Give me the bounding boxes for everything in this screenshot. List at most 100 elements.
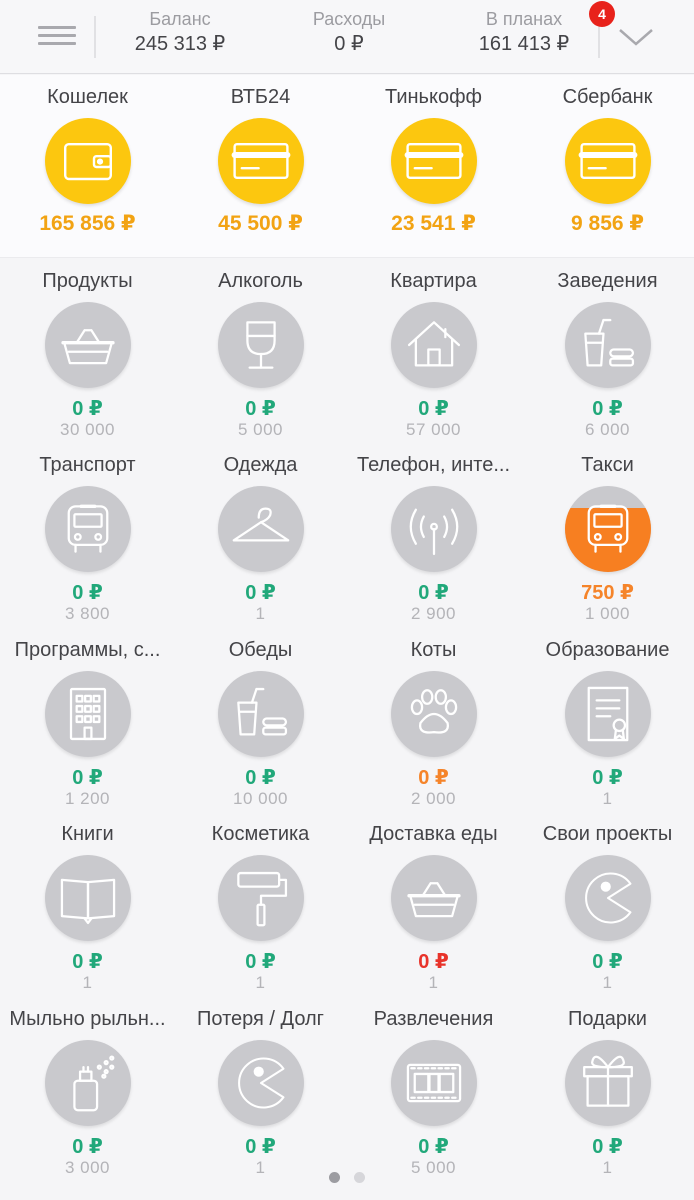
category-tile[interactable]: Доставка еды 0 ₽1: [347, 821, 520, 993]
planned-stat[interactable]: В планах 161 413 ₽: [434, 8, 614, 58]
category-budget: 1: [602, 789, 613, 808]
category-tile[interactable]: Образование 0 ₽1: [521, 637, 694, 809]
hamburger-icon[interactable]: [38, 22, 78, 50]
category-spent: 0 ₽: [418, 767, 449, 789]
category-circle[interactable]: [44, 671, 131, 757]
account-tile[interactable]: Кошелек 165 856 ₽: [1, 84, 174, 242]
pacman-icon: [584, 872, 631, 924]
category-spent: 0 ₽: [592, 398, 623, 420]
category-tile[interactable]: Обеды 0 ₽10 000: [174, 637, 347, 809]
top-bar: Баланс 245 313 ₽ Расходы 0 ₽ В планах 16…: [0, 0, 694, 74]
category-budget: 5 000: [237, 420, 284, 439]
category-circle[interactable]: [390, 302, 477, 388]
category-budget: 1 000: [584, 604, 631, 623]
category-tile[interactable]: Подарки 0 ₽1: [521, 1006, 694, 1178]
account-name: Сбербанк: [562, 86, 653, 108]
category-circle[interactable]: [390, 1040, 477, 1126]
category-circle[interactable]: [217, 1040, 304, 1126]
category-spent: 0 ₽: [72, 1136, 103, 1158]
category-circle[interactable]: [44, 855, 131, 941]
category-budget: 1: [82, 973, 93, 992]
account-tile[interactable]: Тинькофф 23 541 ₽: [347, 84, 520, 242]
category-tile[interactable]: Свои проекты 0 ₽1: [521, 821, 694, 993]
category-circle[interactable]: [564, 486, 651, 572]
category-circle[interactable]: [564, 855, 651, 941]
bus-icon: [67, 504, 108, 553]
category-circle[interactable]: [390, 671, 477, 757]
category-budget: 1: [255, 973, 266, 992]
category-budget: 1 200: [64, 789, 111, 808]
category-name: Мыльно рыльн...: [9, 1008, 166, 1030]
expenses-value: 0 ₽: [334, 33, 364, 55]
category-budget: 3 800: [64, 604, 111, 623]
account-circle[interactable]: [390, 118, 477, 204]
category-tile[interactable]: Косметика 0 ₽1: [174, 821, 347, 993]
category-spent: 0 ₽: [418, 582, 449, 604]
category-spent: 750 ₽: [581, 582, 634, 604]
category-spent: 0 ₽: [72, 398, 103, 420]
page-dot[interactable]: [329, 1172, 340, 1183]
account-name: ВТБ24: [230, 86, 291, 108]
category-budget: 10 000: [233, 789, 288, 808]
category-tile[interactable]: Транспорт 0 ₽3 800: [1, 452, 174, 624]
account-amount: 9 856 ₽: [571, 212, 644, 235]
category-circle[interactable]: [564, 671, 651, 757]
page-dot[interactable]: [354, 1172, 365, 1183]
category-tile[interactable]: Алкоголь 0 ₽5 000: [174, 268, 347, 440]
account-circle[interactable]: [564, 118, 651, 204]
category-circle[interactable]: [44, 302, 131, 388]
card-icon: [578, 143, 637, 179]
notification-badge: 4: [589, 1, 615, 27]
category-tile[interactable]: Потеря / Долг 0 ₽1: [174, 1006, 347, 1178]
category-tile[interactable]: Квартира 0 ₽57 000: [347, 268, 520, 440]
page-indicator: [0, 1170, 694, 1188]
category-name: Такси: [581, 454, 634, 476]
gift-icon: [582, 1055, 633, 1107]
category-budget: 1: [428, 973, 439, 992]
category-tile[interactable]: Одежда 0 ₽1: [174, 452, 347, 624]
category-name: Квартира: [390, 270, 477, 292]
category-budget: 2 000: [410, 789, 457, 808]
account-tile[interactable]: ВТБ24 45 500 ₽: [174, 84, 347, 242]
category-tile[interactable]: Продукты 0 ₽30 000: [1, 268, 174, 440]
category-circle[interactable]: [217, 486, 304, 572]
category-circle[interactable]: [390, 486, 477, 572]
category-tile[interactable]: Коты 0 ₽2 000: [347, 637, 520, 809]
balance-label: Баланс: [149, 9, 211, 29]
category-circle[interactable]: [217, 855, 304, 941]
balance-value: 245 313 ₽: [134, 33, 226, 55]
chevron-down-icon[interactable]: [616, 22, 656, 52]
account-tile[interactable]: Сбербанк 9 856 ₽: [521, 84, 694, 242]
category-tile[interactable]: Телефон, инте... 0 ₽2 900: [347, 452, 520, 624]
category-circle[interactable]: [217, 671, 304, 757]
drink-burger-icon: [236, 687, 287, 736]
category-name: Алкоголь: [218, 270, 303, 292]
category-name: Свои проекты: [542, 823, 673, 845]
category-circle[interactable]: [390, 855, 477, 941]
category-tile[interactable]: Развлечения 0 ₽5 000: [347, 1006, 520, 1178]
account-amount: 23 541 ₽: [391, 212, 476, 235]
category-circle[interactable]: [44, 486, 131, 572]
category-circle[interactable]: [44, 1040, 131, 1126]
building-icon: [69, 687, 106, 741]
account-name: Кошелек: [47, 86, 128, 108]
category-spent: 0 ₽: [245, 398, 276, 420]
hanger-icon: [232, 507, 289, 542]
account-name: Тинькофф: [385, 86, 482, 108]
basket-icon: [60, 329, 115, 365]
account-circle[interactable]: [217, 118, 304, 204]
category-tile[interactable]: Книги 0 ₽1: [1, 821, 174, 993]
book-icon: [60, 878, 115, 925]
category-name: Программы, с...: [14, 639, 161, 661]
category-tile[interactable]: Заведения 0 ₽6 000: [521, 268, 694, 440]
category-circle[interactable]: [217, 302, 304, 388]
category-tile[interactable]: Такси 750 ₽1 000: [521, 452, 694, 624]
category-circle[interactable]: [564, 1040, 651, 1126]
category-spent: 0 ₽: [418, 1136, 449, 1158]
category-tile[interactable]: Программы, с... 0 ₽1 200: [1, 637, 174, 809]
account-circle[interactable]: [44, 118, 131, 204]
planned-label: В планах: [485, 9, 563, 29]
category-tile[interactable]: Мыльно рыльн... 0 ₽3 000: [1, 1006, 174, 1178]
planned-value: 161 413 ₽: [478, 33, 570, 55]
category-circle[interactable]: [564, 302, 651, 388]
